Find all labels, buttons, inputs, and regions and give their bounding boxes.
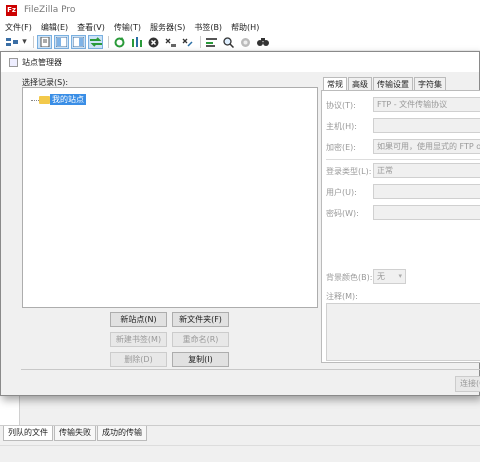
disconnect-icon[interactable] (163, 35, 178, 49)
toolbar-separator (108, 36, 109, 48)
dialog-footer-divider (21, 369, 480, 370)
title-bar: Fz FileZilla Pro (0, 0, 480, 20)
menu-edit[interactable]: 编辑(E) (41, 22, 68, 33)
toggle-local-tree-icon[interactable] (54, 35, 69, 49)
encryption-label: 加密(E): (326, 143, 356, 152)
refresh-icon[interactable] (112, 35, 127, 49)
protocol-label: 协议(T): (326, 101, 356, 110)
user-label: 用户(U): (326, 188, 357, 197)
tab-queued-files[interactable]: 列队的文件 (3, 426, 53, 441)
menu-transfer[interactable]: 传输(T) (114, 22, 141, 33)
search-icon[interactable] (221, 35, 236, 49)
menu-server[interactable]: 服务器(S) (150, 22, 185, 33)
logon-type-select[interactable]: 正常 (373, 163, 480, 178)
menu-view[interactable]: 查看(V) (77, 22, 105, 33)
cancel-icon[interactable] (146, 35, 161, 49)
tab-failed-transfers[interactable]: 传输失败 (54, 426, 96, 441)
host-input[interactable] (373, 118, 480, 133)
rename-button[interactable]: 重命名(R) (172, 332, 229, 347)
toggle-log-icon[interactable] (37, 35, 52, 49)
site-manager-icon[interactable] (4, 35, 19, 49)
encryption-select[interactable]: 如果可用，使用显式的 FTP over TLS (373, 139, 480, 154)
tab-transfer-settings[interactable]: 传输设置 (373, 77, 413, 91)
chevron-down-icon: ▾ (398, 272, 402, 280)
filter-icon[interactable] (129, 35, 144, 49)
comments-label: 注释(M): (326, 292, 358, 301)
site-manager-icon (9, 57, 18, 67)
password-label: 密码(W): (326, 209, 359, 218)
settings-tabs: 常规 高级 传输设置 字符集 (323, 77, 447, 91)
new-bookmark-button[interactable]: 新建书签(M) (110, 332, 167, 347)
delete-button[interactable]: 删除(D) (110, 352, 167, 367)
background-color-value: 无 (377, 272, 385, 281)
background-color-select[interactable]: 无 ▾ (373, 269, 406, 284)
password-input[interactable] (373, 205, 480, 220)
tab-advanced[interactable]: 高级 (348, 77, 372, 91)
tree-item-my-sites[interactable]: 我的站点 (50, 94, 86, 105)
menu-bar: 文件(F) 编辑(E) 查看(V) 传输(T) 服务器(S) 书签(B) 帮助(… (0, 20, 480, 34)
dialog-title-bar: 站点管理器 (1, 52, 479, 72)
site-tree[interactable]: 我的站点 (22, 87, 318, 308)
filezilla-app-icon: Fz (6, 4, 17, 16)
toggle-remote-tree-icon[interactable] (71, 35, 86, 49)
toolbar-separator (200, 36, 201, 48)
menu-help[interactable]: 帮助(H) (231, 22, 259, 33)
divider (326, 159, 480, 160)
host-label: 主机(H): (326, 122, 357, 131)
comments-textarea[interactable] (326, 303, 480, 361)
queue-tabs: 列队的文件 传输失败 成功的传输 (0, 425, 480, 445)
background-color-label: 背景颜色(B): (326, 273, 373, 282)
protocol-select[interactable]: FTP - 文件传输协议 (373, 97, 480, 112)
user-input[interactable] (373, 184, 480, 199)
directory-compare-icon[interactable] (204, 35, 219, 49)
new-folder-button[interactable]: 新文件夹(F) (172, 312, 229, 327)
toggle-queue-icon[interactable] (88, 35, 103, 49)
new-site-button[interactable]: 新站点(N) (110, 312, 167, 327)
folder-icon (39, 96, 50, 104)
main-toolbar: ▾ (0, 34, 480, 50)
tab-successful-transfers[interactable]: 成功的传输 (97, 426, 147, 441)
general-settings-panel: 协议(T): FTP - 文件传输协议 主机(H): 加密(E): 如果可用，使… (321, 90, 480, 363)
site-manager-dialog: 站点管理器 选择记录(S): 我的站点 新站点(N) 新文件夹(F) 新建书签(… (0, 51, 480, 396)
menu-bookmarks[interactable]: 书签(B) (194, 22, 222, 33)
window-title: FileZilla Pro (24, 5, 76, 15)
tab-charset[interactable]: 字符集 (414, 77, 446, 91)
copy-button[interactable]: 复制(I) (172, 352, 229, 367)
dialog-title: 站点管理器 (22, 57, 62, 67)
sync-browse-icon[interactable] (238, 35, 253, 49)
toolbar-separator (33, 36, 34, 48)
reconnect-icon[interactable] (180, 35, 195, 49)
find-files-icon[interactable] (255, 35, 270, 49)
menu-file[interactable]: 文件(F) (5, 22, 32, 33)
logon-type-label: 登录类型(L): (326, 167, 372, 176)
tab-general[interactable]: 常规 (323, 77, 347, 91)
connect-button[interactable]: 连接(C) (455, 376, 480, 392)
chevron-down-icon[interactable]: ▾ (21, 35, 28, 49)
status-bar (0, 445, 480, 462)
